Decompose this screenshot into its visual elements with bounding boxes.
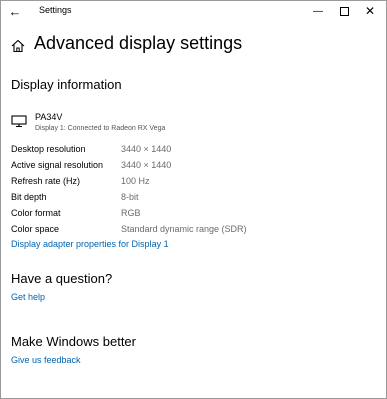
page-title: Advanced display settings (34, 33, 243, 53)
question-heading: Have a question? (11, 271, 113, 286)
monitor-subtitle: Display 1: Connected to Radeon RX Vega (35, 125, 166, 132)
close-icon: ✕ (364, 4, 376, 18)
feedback-heading: Make Windows better (11, 334, 136, 349)
give-feedback-link[interactable]: Give us feedback (11, 355, 81, 365)
window-title: Settings (39, 5, 72, 15)
get-help-link[interactable]: Get help (11, 292, 45, 302)
monitor-name: PA34V (35, 112, 63, 122)
info-value: 100 Hz (121, 176, 150, 186)
info-value: 3440 × 1440 (121, 144, 172, 154)
close-button[interactable]: ✕ (357, 1, 383, 21)
home-icon[interactable] (11, 39, 25, 53)
minimize-button[interactable]: — (305, 1, 331, 21)
display-info-heading: Display information (11, 77, 122, 92)
back-arrow-icon[interactable]: ← (5, 2, 25, 20)
info-value: Standard dynamic range (SDR) (121, 224, 247, 234)
title-bar: ← Settings — ✕ (1, 1, 386, 23)
maximize-icon (339, 6, 349, 16)
info-label: Color space (11, 224, 60, 234)
settings-window: ← Settings — ✕ Advanced display settings… (0, 0, 387, 399)
minimize-icon: — (313, 5, 323, 17)
info-label: Bit depth (11, 192, 47, 202)
maximize-button[interactable] (331, 1, 357, 21)
info-label: Refresh rate (Hz) (11, 176, 81, 186)
display-adapter-properties-link[interactable]: Display adapter properties for Display 1 (11, 239, 169, 249)
monitor-icon (11, 115, 27, 128)
info-value: 3440 × 1440 (121, 160, 172, 170)
info-value: RGB (121, 208, 141, 218)
info-label: Desktop resolution (11, 144, 86, 154)
info-label: Active signal resolution (11, 160, 104, 170)
info-label: Color format (11, 208, 61, 218)
info-value: 8-bit (121, 192, 139, 202)
